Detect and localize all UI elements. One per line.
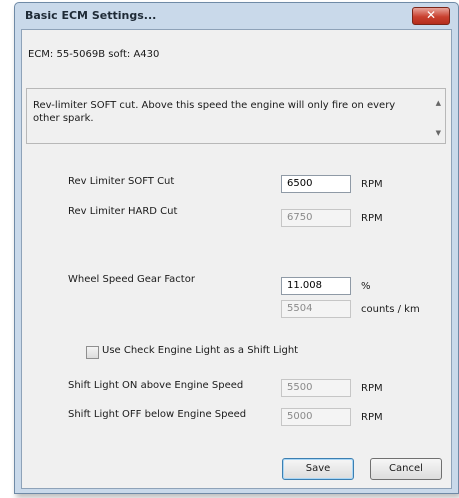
shift-off-unit: RPM bbox=[361, 412, 383, 423]
window-title: Basic ECM Settings... bbox=[25, 9, 157, 22]
rev-soft-label: Rev Limiter SOFT Cut bbox=[68, 176, 175, 187]
scroll-down-icon[interactable]: ▼ bbox=[436, 129, 441, 137]
counts-input[interactable]: 5504 bbox=[281, 300, 351, 318]
save-button[interactable]: Save bbox=[282, 458, 354, 480]
check-engine-label[interactable]: Use Check Engine Light as a Shift Light bbox=[102, 345, 298, 356]
rev-hard-label: Rev Limiter HARD Cut bbox=[68, 206, 178, 217]
shift-on-input[interactable]: 5500 bbox=[281, 379, 351, 397]
close-icon: ✕ bbox=[425, 8, 437, 22]
description-text: Rev-limiter SOFT cut. Above this speed t… bbox=[33, 100, 396, 124]
scroll-up-icon[interactable]: ▲ bbox=[436, 99, 441, 107]
shift-off-input[interactable]: 5000 bbox=[281, 408, 351, 426]
rev-hard-unit: RPM bbox=[361, 213, 383, 224]
check-engine-checkbox[interactable] bbox=[86, 346, 99, 359]
close-button[interactable]: ✕ bbox=[412, 7, 450, 25]
ecm-info: ECM: 55-5069B soft: A430 bbox=[28, 49, 160, 60]
rev-soft-unit: RPM bbox=[361, 179, 383, 190]
cancel-button[interactable]: Cancel bbox=[370, 458, 442, 480]
wheel-factor-label: Wheel Speed Gear Factor bbox=[68, 274, 195, 285]
wheel-factor-input[interactable]: 11.008 bbox=[281, 277, 351, 295]
wheel-factor-unit: % bbox=[361, 281, 371, 292]
shift-on-unit: RPM bbox=[361, 383, 383, 394]
counts-unit: counts / km bbox=[361, 304, 420, 315]
dialog-body: ECM: 55-5069B soft: A430 Rev-limiter SOF… bbox=[21, 29, 452, 489]
description-box[interactable]: Rev-limiter SOFT cut. Above this speed t… bbox=[26, 88, 446, 144]
rev-hard-input[interactable]: 6750 bbox=[281, 209, 351, 227]
title-bar: Basic ECM Settings... ✕ bbox=[15, 3, 458, 29]
shift-off-label: Shift Light OFF below Engine Speed bbox=[68, 409, 247, 420]
rev-soft-input[interactable]: 6500 bbox=[281, 175, 351, 193]
settings-dialog: Basic ECM Settings... ✕ ECM: 55-5069B so… bbox=[14, 2, 459, 494]
shift-on-label: Shift Light ON above Engine Speed bbox=[68, 380, 244, 391]
